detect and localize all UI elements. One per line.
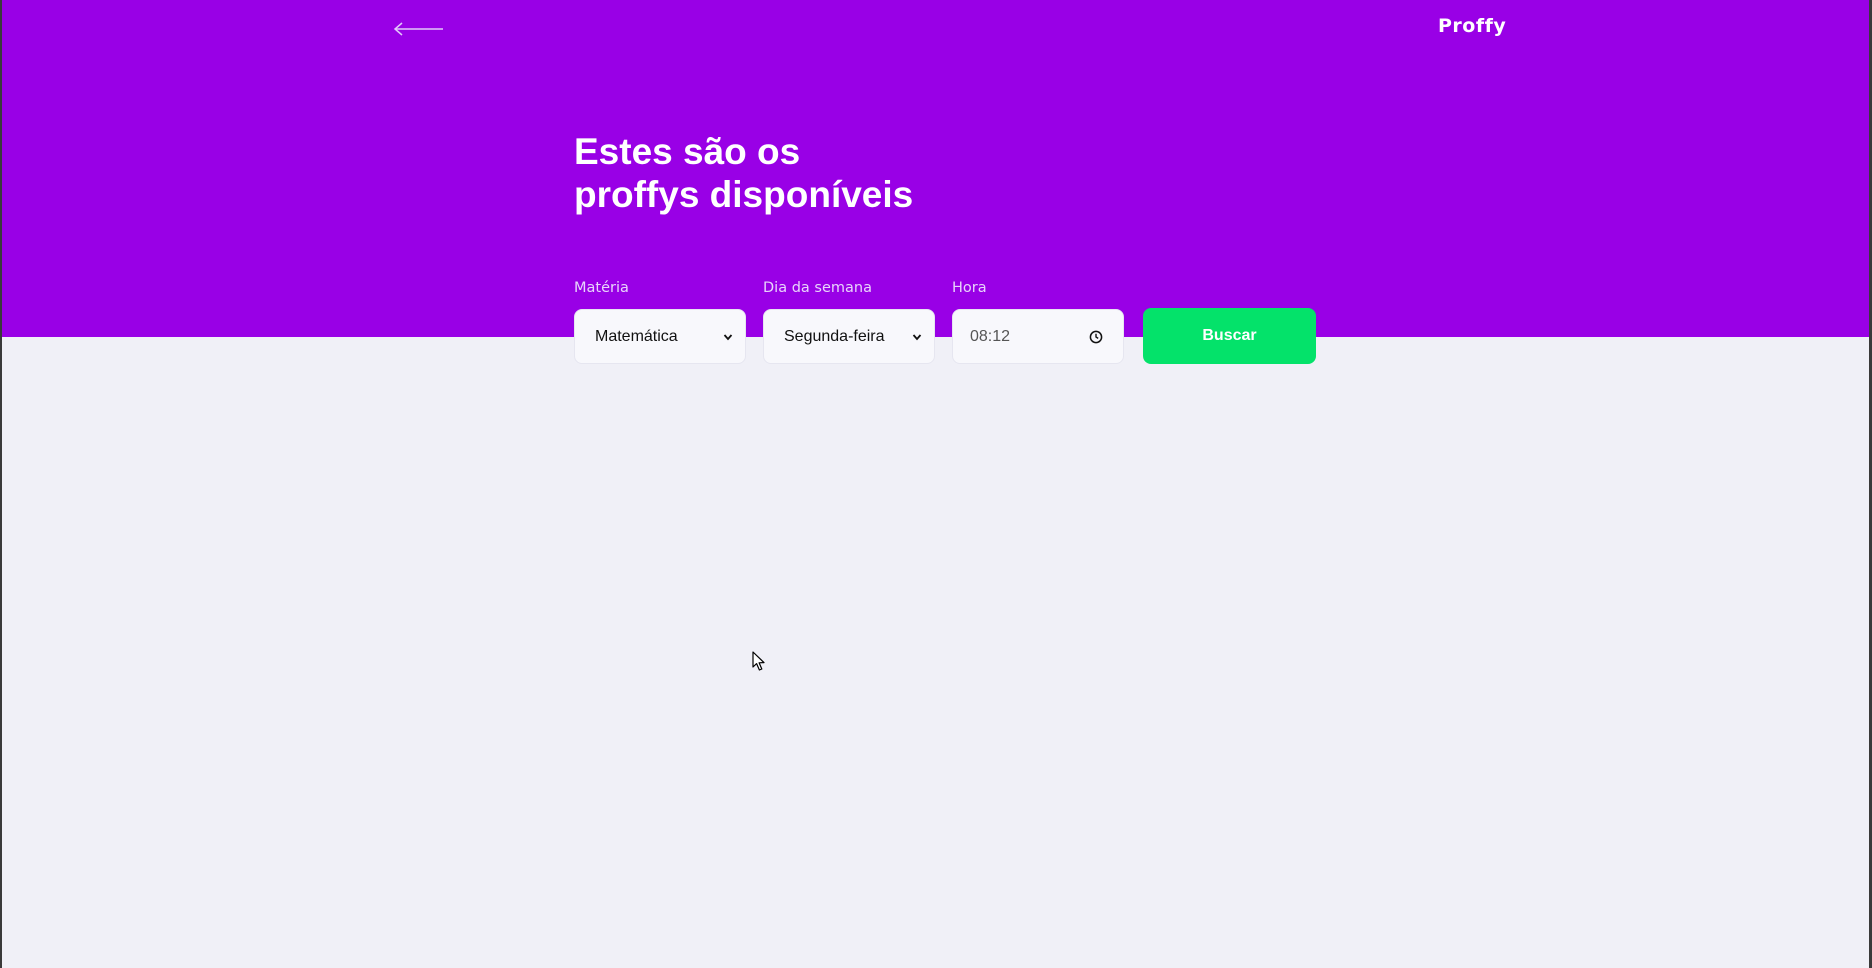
logo: Proffy [1438,15,1507,37]
back-button[interactable] [391,18,447,40]
arrow-left-icon [393,22,443,36]
mouse-cursor-icon [752,651,765,671]
weekday-label: Dia da semana [763,280,872,296]
time-label: Hora [952,280,987,296]
page-title-line-1: Estes são os [574,131,801,172]
page-header: Proffy Estes são os proffys disponíveis [2,0,1869,337]
weekday-select-value: Segunda-feira [784,327,885,345]
page-title: Estes são os proffys disponíveis [574,130,994,216]
subject-select-value: Matemática [595,327,678,345]
page: Proffy Estes são os proffys disponíveis … [2,0,1869,968]
time-input[interactable]: 08:12 [952,309,1124,364]
weekday-select[interactable]: Segunda-feira [763,309,935,364]
subject-select[interactable]: Matemática [574,309,746,364]
chevron-down-icon [723,333,733,340]
time-input-value: 08:12 [970,327,1011,345]
chevron-down-icon [912,333,922,340]
subject-label: Matéria [574,280,629,296]
search-button[interactable]: Buscar [1143,308,1316,364]
page-title-line-2: proffys disponíveis [574,174,914,215]
clock-icon[interactable] [1089,330,1103,344]
